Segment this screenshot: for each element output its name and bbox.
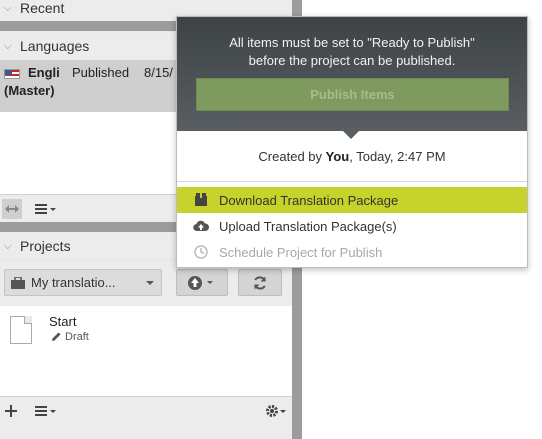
created-user: You (325, 149, 350, 164)
message-line-1: All items must be set to "Ready to Publi… (229, 35, 475, 50)
refresh-button[interactable] (238, 269, 282, 296)
projects-controls: My translatio... (0, 262, 292, 306)
package-icon (193, 192, 209, 208)
message-line-2: before the project can be published. (248, 53, 456, 68)
expand-button[interactable] (2, 199, 22, 219)
settings-button[interactable] (264, 401, 288, 421)
chevron-down-icon: ⌵ (4, 240, 12, 252)
chevron-down-icon (146, 280, 154, 285)
created-prefix: Created by (258, 149, 326, 164)
publish-actions-button[interactable] (176, 269, 228, 296)
language-status: Published (72, 65, 130, 80)
project-name: Start (49, 314, 77, 329)
upload-translation-package-item[interactable]: Upload Translation Package(s) (177, 213, 527, 239)
refresh-icon (254, 275, 266, 290)
language-master-label: (Master) (4, 83, 55, 98)
publish-items-button[interactable]: Publish Items (196, 78, 509, 111)
projects-filter-dropdown[interactable]: My translatio... (4, 269, 162, 296)
projects-menu-button[interactable] (34, 401, 58, 421)
language-date: 8/15/ (144, 65, 173, 80)
cloud-upload-icon (193, 218, 209, 234)
document-icon (10, 316, 32, 344)
gear-icon (266, 405, 286, 417)
menu-item-label: Schedule Project for Publish (219, 244, 383, 260)
list-menu-icon (35, 204, 56, 214)
projects-filter-label: My translatio... (31, 275, 116, 290)
plus-icon (5, 405, 17, 417)
list-menu-icon (35, 406, 56, 416)
chevron-down-icon: ⌵ (4, 2, 12, 14)
project-status-label: Draft (65, 331, 89, 343)
briefcase-icon (11, 276, 25, 289)
popover-header: All items must be set to "Ready to Publi… (177, 17, 527, 131)
publish-popover: All items must be set to "Ready to Publi… (176, 16, 528, 268)
popover-divider (177, 181, 527, 182)
publish-requirement-message: All items must be set to "Ready to Publi… (177, 34, 527, 70)
download-translation-package-item[interactable]: Download Translation Package (177, 187, 527, 213)
projects-list: Start Draft (0, 306, 292, 396)
pencil-icon (52, 332, 61, 341)
menu-item-label: Download Translation Package (219, 192, 399, 208)
upload-circle-icon (188, 275, 213, 290)
add-project-button[interactable] (2, 401, 20, 421)
flag-us-icon (4, 69, 20, 79)
expand-icon (5, 205, 19, 213)
schedule-project-publish-item[interactable]: Schedule Project for Publish (177, 239, 527, 265)
chevron-down-icon: ⌵ (4, 40, 12, 52)
languages-menu-button[interactable] (34, 199, 58, 219)
languages-title: Languages (20, 38, 90, 54)
clock-icon (193, 244, 209, 260)
project-status: Draft (50, 331, 89, 343)
popover-caret (343, 131, 359, 139)
projects-title: Projects (20, 238, 71, 254)
language-name: Engli (28, 65, 60, 80)
menu-item-label: Upload Translation Package(s) (219, 218, 397, 234)
recent-title: Recent (20, 0, 65, 16)
projects-toolbar (0, 396, 292, 439)
created-suffix: , Today, 2:47 PM (349, 149, 446, 164)
project-item[interactable]: Start Draft (0, 306, 292, 356)
created-info: Created by You, Today, 2:47 PM (177, 149, 527, 164)
